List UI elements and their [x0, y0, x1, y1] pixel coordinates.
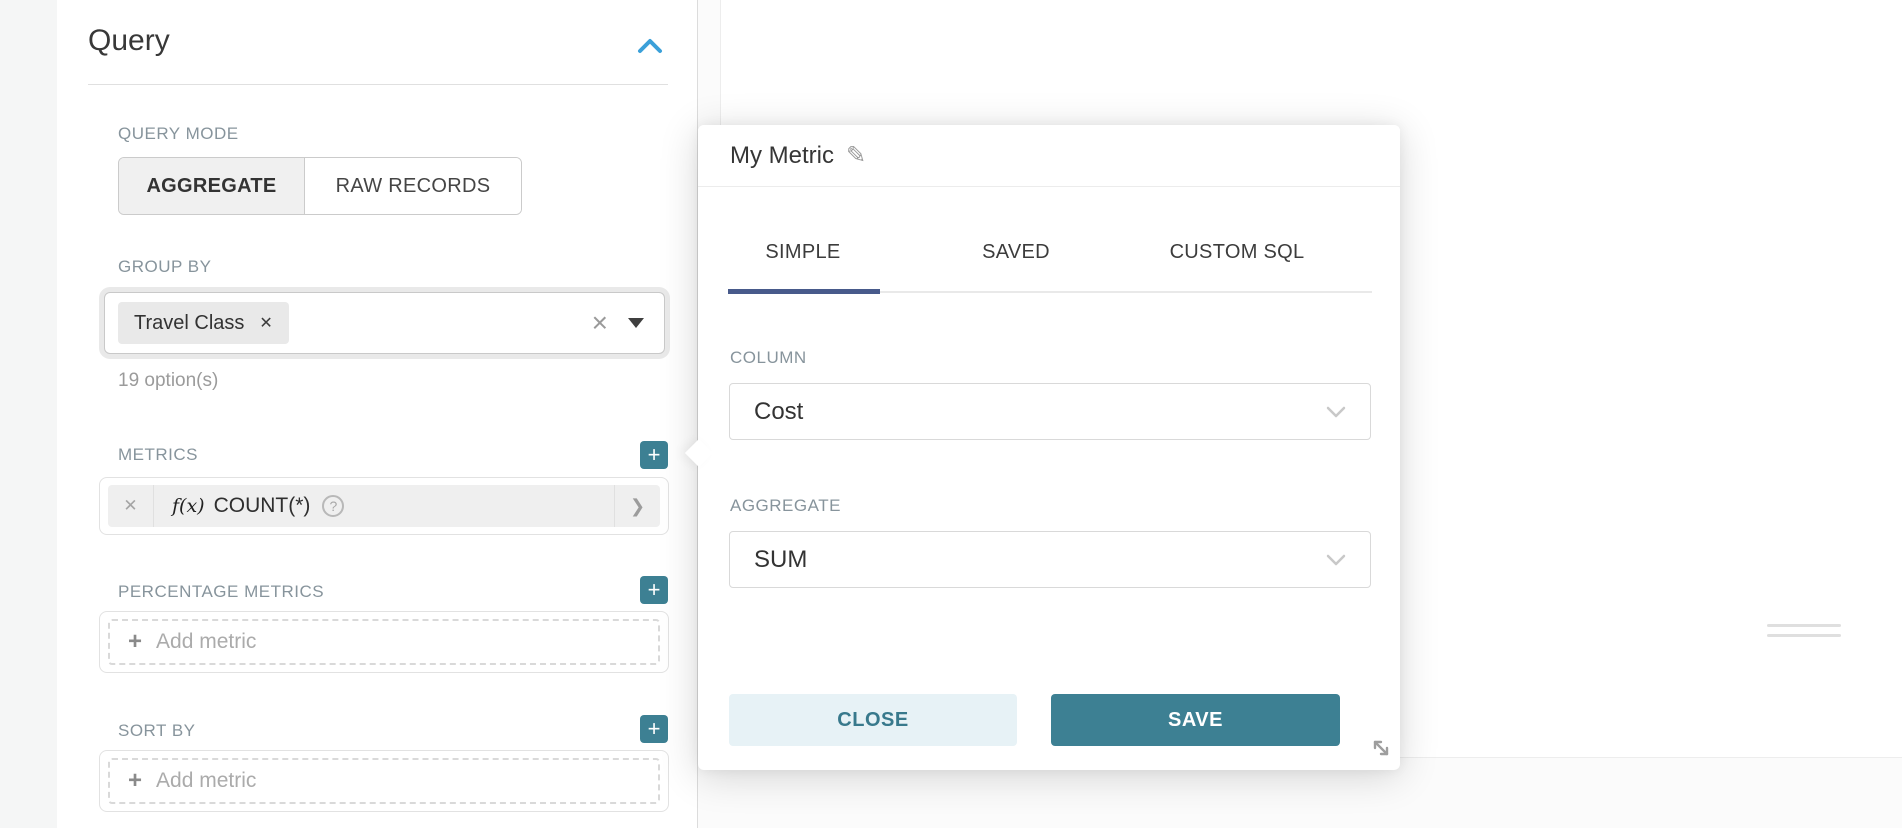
- left-gutter: [0, 0, 57, 828]
- group-by-select[interactable]: Travel Class ✕ ×: [104, 292, 665, 354]
- query-control-panel: Query QUERY MODE AGGREGATE RAW RECORDS G…: [57, 0, 698, 828]
- plus-icon: +: [648, 716, 661, 741]
- drag-bar: [1767, 624, 1841, 627]
- active-tab-indicator: [728, 289, 880, 294]
- chevron-down-icon: [1326, 553, 1346, 567]
- add-metric-button[interactable]: +: [640, 441, 668, 469]
- aggregate-button[interactable]: AGGREGATE: [119, 158, 305, 214]
- percentage-metrics-label: PERCENTAGE METRICS: [118, 582, 324, 602]
- add-metric-placeholder: Add metric: [156, 769, 256, 793]
- raw-records-button[interactable]: RAW RECORDS: [305, 158, 521, 214]
- clear-icon[interactable]: ×: [592, 309, 608, 337]
- query-mode-label: QUERY MODE: [118, 124, 239, 144]
- plus-icon: +: [648, 577, 661, 602]
- column-label: COLUMN: [730, 348, 807, 368]
- chart-resize-handle[interactable]: [1767, 624, 1841, 640]
- add-metric-placeholder: Add metric: [156, 630, 256, 654]
- popover-header: My Metric ✎: [698, 125, 1400, 187]
- explore-view: Query QUERY MODE AGGREGATE RAW RECORDS G…: [0, 0, 1902, 828]
- query-mode-toggle: AGGREGATE RAW RECORDS: [118, 157, 522, 215]
- tab-custom-sql[interactable]: CUSTOM SQL: [1170, 241, 1305, 264]
- chevron-down-icon: [1326, 405, 1346, 419]
- plus-icon: +: [128, 769, 142, 793]
- aggregate-label: AGGREGATE: [730, 496, 841, 516]
- aggregate-value: SUM: [754, 546, 807, 574]
- metric-edit-popover: My Metric ✎ SIMPLE SAVED CUSTOM SQL COLU…: [698, 125, 1400, 770]
- percentage-metrics-container: + Add metric: [99, 611, 669, 673]
- tag-remove-icon[interactable]: ✕: [259, 313, 272, 333]
- add-metric-dropzone[interactable]: + Add metric: [108, 619, 660, 665]
- tab-saved[interactable]: SAVED: [982, 241, 1050, 264]
- drag-bar: [1767, 634, 1841, 637]
- chevron-right-icon[interactable]: ❯: [614, 485, 660, 527]
- popover-title: My Metric: [730, 142, 834, 170]
- add-metric-dropzone[interactable]: + Add metric: [108, 758, 660, 804]
- tag-label: Travel Class: [134, 312, 244, 335]
- add-sort-metric-button[interactable]: +: [640, 715, 668, 743]
- sort-by-label: SORT BY: [118, 721, 196, 741]
- tab-simple[interactable]: SIMPLE: [765, 241, 840, 264]
- fx-icon: f(x): [172, 495, 205, 517]
- metric-tabs: SIMPLE SAVED CUSTOM SQL: [698, 187, 1400, 294]
- metric-pill[interactable]: ✕ f(x) COUNT(*) ? ❯: [108, 485, 660, 527]
- selected-option-tag: Travel Class ✕: [118, 302, 289, 344]
- column-value: Cost: [754, 398, 803, 426]
- info-icon[interactable]: ?: [322, 495, 344, 517]
- column-select[interactable]: Cost: [729, 383, 1371, 440]
- sort-by-container: + Add metric: [99, 750, 669, 812]
- group-by-label: GROUP BY: [118, 257, 211, 277]
- metrics-label: METRICS: [118, 445, 198, 465]
- chevron-up-icon[interactable]: [636, 34, 664, 58]
- plus-icon: +: [648, 442, 661, 467]
- metric-remove-icon[interactable]: ✕: [108, 485, 154, 527]
- save-button[interactable]: SAVE: [1051, 694, 1340, 746]
- resize-expand-icon[interactable]: [1370, 737, 1392, 759]
- section-divider: [88, 84, 668, 85]
- edit-icon[interactable]: ✎: [846, 144, 866, 168]
- aggregate-select[interactable]: SUM: [729, 531, 1371, 588]
- metric-label: COUNT(*): [214, 494, 311, 518]
- options-count: 19 option(s): [118, 370, 218, 392]
- plus-icon: +: [128, 630, 142, 654]
- close-button[interactable]: CLOSE: [729, 694, 1017, 746]
- caret-down-icon[interactable]: [628, 318, 644, 328]
- query-section-title: Query: [88, 24, 170, 58]
- metrics-container: ✕ f(x) COUNT(*) ? ❯: [99, 477, 669, 535]
- add-percentage-metric-button[interactable]: +: [640, 576, 668, 604]
